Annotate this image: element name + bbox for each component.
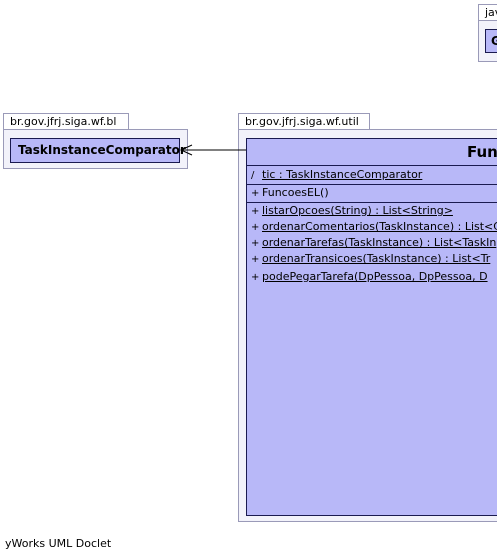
footer-generator-label: yWorks UML Doclet bbox=[5, 537, 112, 550]
association-arrow bbox=[179, 144, 246, 156]
uml-diagram-canvas: jav G br.gov.jfrj.siga.wf.bl TaskInstanc… bbox=[0, 0, 497, 560]
